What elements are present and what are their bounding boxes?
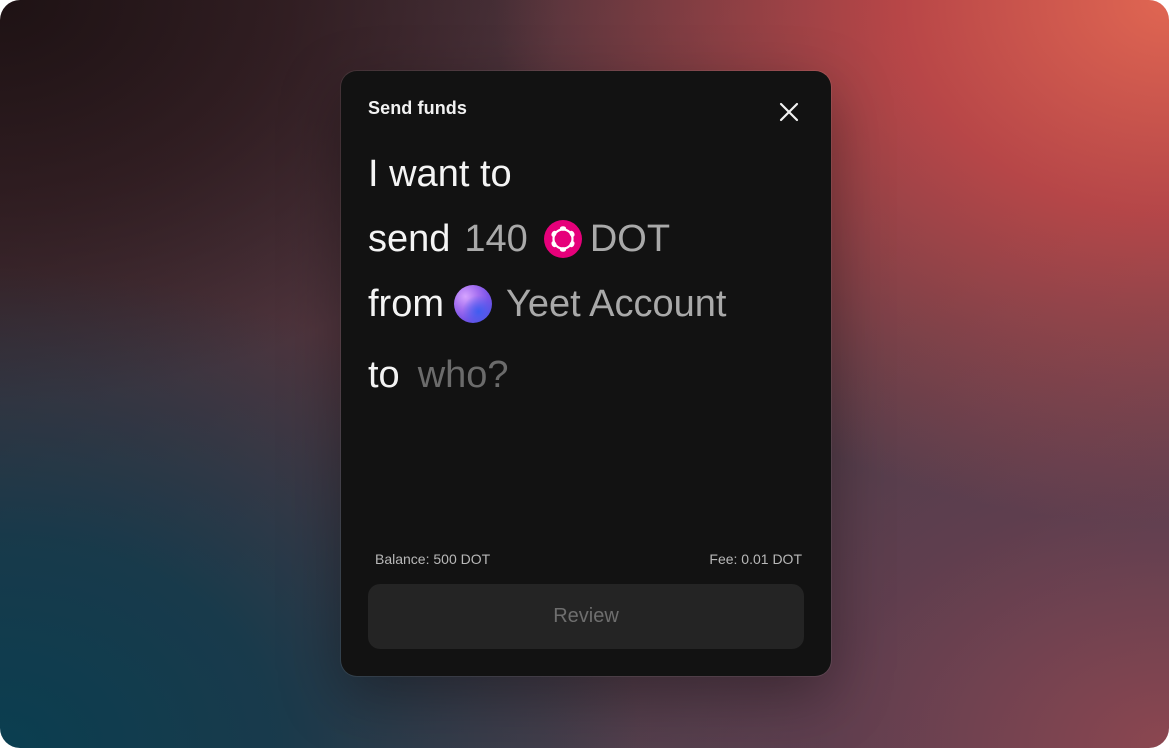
account-avatar xyxy=(454,285,492,323)
sentence-line-intro: I want to xyxy=(368,151,512,197)
background: Send funds I want to send 140 DOT from Y… xyxy=(0,0,1169,748)
close-button[interactable] xyxy=(777,100,801,124)
intro-text: I want to xyxy=(368,153,512,195)
polkadot-icon xyxy=(543,220,582,258)
to-label: to xyxy=(368,354,400,396)
amount-input[interactable]: 140 xyxy=(464,216,527,262)
sentence-line-account: from Yeet Account xyxy=(368,281,726,327)
token-selector[interactable]: DOT xyxy=(590,216,670,262)
close-icon xyxy=(779,102,799,122)
send-label: send xyxy=(368,218,451,260)
recipient-input[interactable]: who? xyxy=(418,352,509,398)
sentence-line-amount: send 140 DOT xyxy=(368,216,670,262)
account-selector[interactable]: Yeet Account xyxy=(506,281,726,327)
review-button[interactable]: Review xyxy=(368,584,804,649)
balance-text: Balance: 500 DOT xyxy=(375,551,491,567)
send-funds-modal: Send funds I want to send 140 DOT from Y… xyxy=(341,71,831,676)
from-label: from xyxy=(368,283,444,325)
review-button-label: Review xyxy=(553,605,619,627)
sentence-line-recipient: to who? xyxy=(368,352,509,398)
fee-text: Fee: 0.01 DOT xyxy=(709,551,802,567)
modal-title: Send funds xyxy=(368,98,467,118)
